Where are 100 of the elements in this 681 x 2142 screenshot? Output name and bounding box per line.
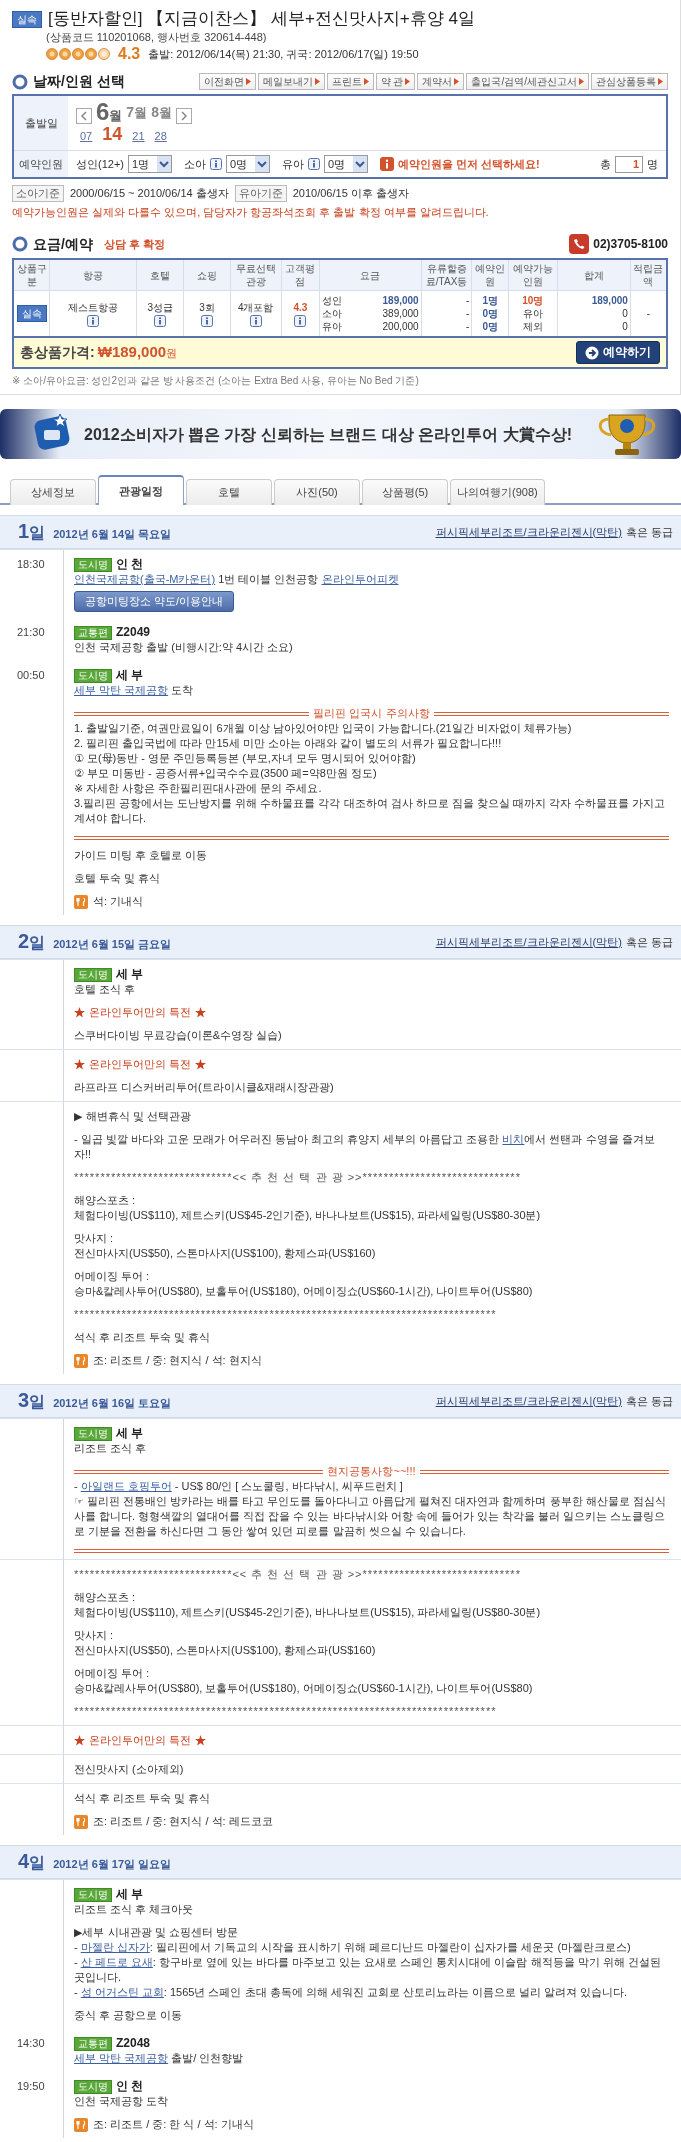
column-header: 호텔 [136,259,184,291]
date-option[interactable]: 07 [80,126,93,146]
table-cell: - [466,320,470,333]
total-unit: 명 [647,156,658,172]
info-icon[interactable] [294,314,307,327]
section-title: 날짜/인원 선택 [33,74,125,89]
time-text: 19:50 [17,2080,45,2092]
tab[interactable]: 호텔 [186,479,272,505]
hotel-link[interactable]: 퍼시픽세부리조트/크라운리젠시(막탄) [435,524,622,540]
month-option[interactable]: 8월 [151,100,172,124]
meal-text: 조: 리조트 / 중: 현지식 / 석: 레드코코 [93,1814,273,1829]
tab[interactable]: 관광일정 [98,475,184,505]
toolbar-button[interactable]: 메일보내기 [257,73,325,90]
toolbar-button[interactable]: 출입국/검역/세관신고서 [466,73,589,90]
product-badge: 실속 [12,10,42,28]
itinerary-text: 호텔 조식 후 [74,982,137,997]
info-icon[interactable] [210,158,222,170]
tab[interactable]: 상세정보 [10,479,96,505]
reserve-button[interactable]: 예약하기 [576,341,660,364]
day-date: 2012년 6월 17일 일요일 [53,1857,172,1872]
hotel-link[interactable]: 퍼시픽세부리조트/크라운리젠시(막탄) [435,1393,622,1409]
toolbar-button[interactable]: 계약서 [417,73,465,90]
date-option[interactable]: 21 [132,126,145,146]
date-option[interactable]: 28 [154,126,167,146]
fork-knife-icon [74,894,88,909]
info-icon[interactable] [249,314,262,327]
total-amount: 0 [622,307,628,320]
place-name: 세 부 [116,1426,144,1441]
place-link[interactable]: 성 어거스틴 교회 [80,1986,164,1998]
rating-dot-icon [72,48,84,60]
banner-text: 2012소비자가 뽑은 가장 신뢰하는 브랜드 대상 온라인투어 大賞수상! [84,426,574,442]
status-text: 상담 후 확정 [103,236,165,252]
fare-label: 소아 [322,307,343,320]
place-link[interactable]: 산 페드로 요새 [80,1956,153,1968]
map-guide-button[interactable]: 공항미팅장소 약도/이용안내 [74,591,235,612]
place-link[interactable]: 아일랜드 호핑투어 [80,1480,172,1492]
table-cell: - [646,308,651,319]
tab[interactable]: 나의여행기(908) [450,479,545,505]
day-date: 2012년 6월 15일 금요일 [53,937,172,952]
info-icon[interactable] [200,314,213,327]
caret-icon [405,78,411,85]
total-amount: 189,000 [591,294,628,307]
product-badge: 실속 [16,305,47,322]
hotel-note: 혹은 동급 [625,1393,673,1409]
hotel-link[interactable]: 퍼시픽세부리조트/크라운리젠시(막탄) [435,934,622,950]
caret-icon [363,78,369,85]
toolbar-button[interactable]: 프린트 [326,73,374,90]
toolbar-button[interactable]: 관심상품등록 [591,73,668,90]
place-link[interactable]: 마젤란 십자가 [80,1941,150,1953]
star-icon [74,1059,85,1070]
total-price-label: 총상품가격: [20,344,95,360]
available-count: 유아 [522,308,543,319]
info-icon[interactable] [308,158,320,170]
rating-dot-icon [59,48,71,60]
travelers-label: 예약인원 [14,151,68,177]
itinerary-text: 석식 후 리조트 투숙 및 휴식 [74,1791,212,1806]
itinerary-text: 전신마사지(US$50), 스톤마사지(US$100), 황제스파(US$160) [74,1246,377,1261]
section-icon [12,236,28,252]
place-link[interactable]: 온라인투어피켓 [321,573,399,585]
available-count: 제외 [522,321,543,332]
count-select[interactable]: 0명 [324,155,368,173]
info-icon[interactable] [87,314,100,327]
place-link[interactable]: 세부 막탄 국제공항 [74,684,169,696]
benefit-heading: 온라인투어만의 특전 [89,1057,192,1072]
table-cell: - [466,307,470,320]
count-select[interactable]: 0명 [226,155,270,173]
itinerary-text: 리조트 조식 후 [74,1441,148,1456]
count-select[interactable]: 1명 [128,155,172,173]
tab[interactable]: 상품평(5) [362,479,448,505]
hotel-note: 혹은 동급 [625,524,673,540]
itinerary-text: 승마&칼레사투어(US$80), 보홀투어(US$180), 어메이징쇼(US$60-1시간), 나이트투어(US$80) [74,1681,534,1696]
place-link[interactable]: 세부 막탄 국제공항 [74,2052,169,2064]
table-cell: 3성급 [147,300,173,314]
column-header: 유류할증료/TAX등 [421,259,472,291]
itinerary-text: 라프라프 디스커버리투어(트라이시클&재래시장관광) [74,1080,335,1095]
place-name: 인 천 [116,2079,144,2094]
toolbar-button[interactable]: 약 관 [375,73,416,90]
fare-amount: 389,000 [382,307,419,320]
info-icon[interactable] [154,314,167,327]
place-link[interactable]: 인천국제공항(출국-M카운터) [74,573,216,585]
warning-icon [380,157,394,171]
recommend-divider-text: ******************************<< 추 천 선 택 관 광 >>****************************** [74,1170,522,1185]
next-month-button[interactable] [175,108,192,124]
table-cell: 3회 [199,300,215,314]
time-text: 00:50 [17,669,45,681]
prev-month-button[interactable] [76,108,92,124]
month-option[interactable]: 7월 [126,100,148,124]
toolbar-button[interactable]: 이전화면 [198,73,256,90]
date-option[interactable]: 14 [102,124,123,144]
caret-icon [454,78,460,85]
place-link[interactable]: 비치 [502,1133,525,1145]
category-badge: 도시명 [74,967,112,982]
tab[interactable]: 사진(50) [274,479,360,505]
total-count-field[interactable]: 1 [615,155,643,173]
fare-amount: 200,000 [382,320,419,333]
category-badge: 도시명 [74,668,112,683]
hotel-note: 혹은 동급 [625,934,673,950]
month-option[interactable]: 6월 [96,100,123,124]
caret-icon [658,78,663,85]
itinerary-text: 3.필리핀 공항에서는 도난방지를 위해 수하물표를 각각 대조하여 검사 하므로 짐을 찾으실 때까지 각자 수하물표를 가지고 계셔야 합니다. [74,796,666,826]
